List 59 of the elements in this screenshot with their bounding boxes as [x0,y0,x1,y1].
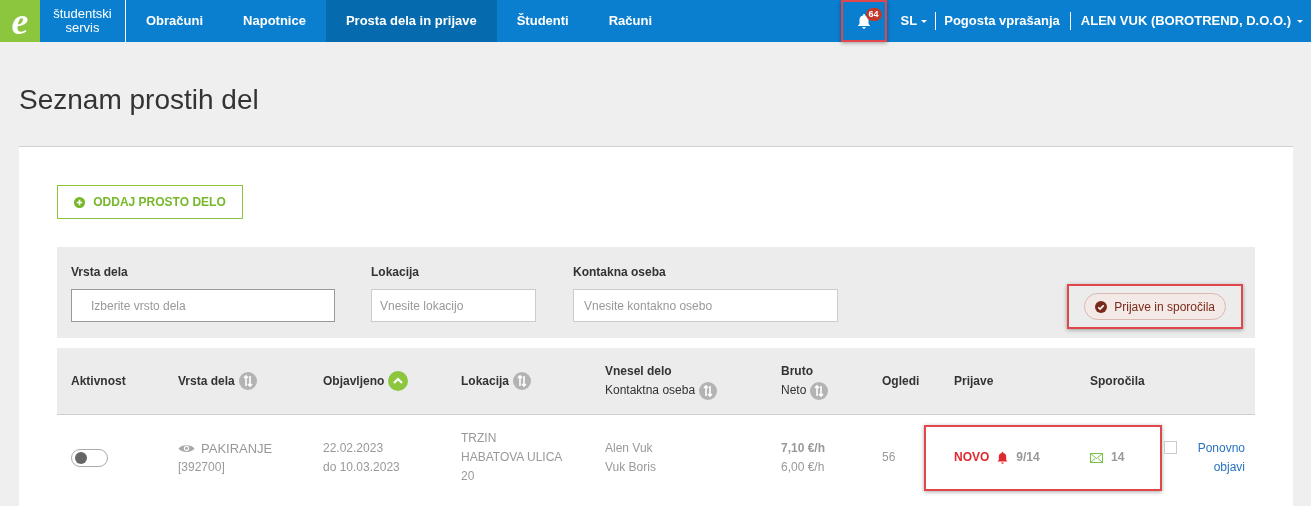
job-type-select[interactable]: Izberite vrsto dela [71,289,335,322]
location-line: 20 [461,468,476,485]
column-header: Prijave [954,373,994,390]
column-header: Vnesel delo [605,363,673,380]
column-header: Vrsta dela [178,373,235,390]
sort-ascending-icon[interactable] [388,371,409,391]
faq-link[interactable]: Pogosta vprašanja [944,0,1060,42]
job-id: [392700] [178,458,226,476]
messages-count[interactable]: 14 [1111,448,1125,467]
bell-icon [996,451,1010,464]
entered-by: Alen Vuk [605,439,654,457]
column-subheader: Kontaktna oseba [605,382,696,399]
activity-toggle[interactable] [71,448,108,467]
logo-text[interactable]: študentski servis [40,0,126,42]
column-header: Objavljeno [323,373,385,390]
gross-rate: 7,10 €/h [781,439,827,457]
applications-messages-filter-chip[interactable]: Prijave in sporočila [1084,293,1226,320]
filter-input[interactable]: Vnesite lokacijo [371,289,536,322]
user-menu[interactable]: ALEN VUK (BOROTREND, D.O.O.) [1080,0,1311,42]
nav-tab[interactable]: Obračuni [126,0,224,42]
page-title: Seznam prostih del [19,83,260,117]
caret-icon [1297,19,1303,23]
envelope-icon [1090,452,1103,463]
sort-icon[interactable] [810,381,829,400]
nav-tab[interactable]: Napotnice [223,0,326,42]
job-type: PAKIRANJE [201,439,273,458]
filter-label: Lokacija [371,264,421,281]
views-count: 56 [882,449,897,466]
column-header: Sporočila [1090,373,1145,390]
plus-circle-icon [74,196,86,208]
contact-person: Vuk Boris [605,458,657,476]
notification-count-badge: 64 [865,8,882,21]
repost-checkbox[interactable] [1164,440,1177,454]
sort-icon[interactable] [699,381,718,400]
sort-icon[interactable] [238,372,257,390]
filter-label: Kontakna oseba [573,264,667,281]
caret-icon [921,19,928,23]
net-rate: 6,00 €/h [781,458,826,476]
column-header: Bruto [781,363,814,380]
publication-date: 22.02.2023 [323,439,385,457]
column-header: Ogledi [882,373,920,390]
column-header: Aktivnost [71,373,126,390]
add-job-button[interactable]: ODDAJ PROSTO DELO [57,185,243,219]
location-line: HABATOVA ULICA [461,449,564,466]
filter-input[interactable]: Vnesite kontakno osebo [573,289,838,322]
eye-icon[interactable] [178,442,195,454]
language-dropdown[interactable]: SL [900,0,928,42]
repost-link[interactable]: Ponovno objavi [1193,438,1245,477]
applications-count[interactable]: 9/14 [1016,448,1040,467]
filter-label: Vrsta dela [71,264,129,281]
new-label: NOVO [954,449,990,466]
nav-tab[interactable]: Študenti [496,0,589,42]
nav-tab[interactable]: Prosta dela in prijave [325,0,497,42]
column-header: Lokacija [461,373,510,390]
location-line: TRZIN [461,430,498,447]
publication-date: do 10.03.2023 [323,458,401,476]
column-subheader: Neto [781,382,807,399]
nav-tab[interactable]: Računi [588,0,673,42]
sort-icon[interactable] [513,372,532,390]
